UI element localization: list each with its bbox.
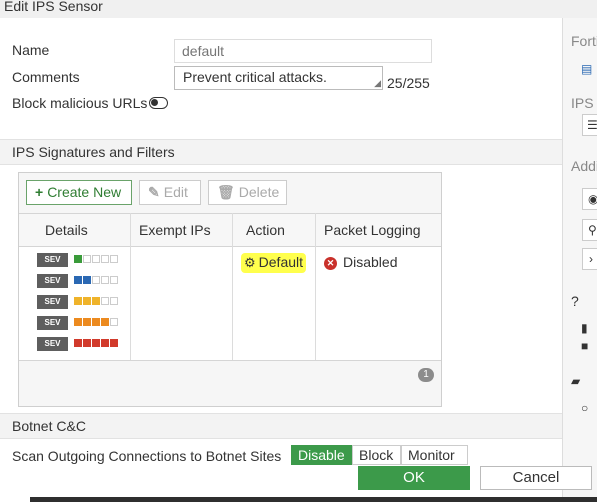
dialog-title: Edit IPS Sensor (4, 0, 103, 14)
table-footer: 1 (19, 360, 441, 406)
block-urls-toggle[interactable] (149, 97, 168, 109)
severity-segment (92, 276, 100, 284)
comments-counter: 25/255 (387, 75, 430, 91)
column-header-details[interactable]: Details (45, 222, 88, 238)
severity-badge: SEV (37, 337, 68, 351)
create-new-button[interactable]: + Create New (26, 180, 132, 205)
severity-segment (74, 276, 82, 284)
section-title-signatures: IPS Signatures and Filters (12, 144, 175, 160)
comments-label: Comments (12, 69, 80, 85)
dialog-titlebar: Edit IPS Sensor (0, 0, 597, 18)
severity-segment (83, 297, 91, 305)
book-icon[interactable]: ▮ (581, 321, 588, 335)
edit-button[interactable]: ✎ Edit (139, 180, 201, 205)
severity-segment (74, 318, 82, 326)
name-field[interactable] (174, 39, 432, 63)
column-header-action[interactable]: Action (246, 222, 285, 238)
severity-segment (74, 339, 82, 347)
link-button[interactable]: ⚲ (582, 219, 597, 241)
packet-logging-value: Disabled (343, 254, 398, 270)
severity-segment (83, 318, 91, 326)
name-label: Name (12, 42, 50, 58)
table-row[interactable]: SEV SEV SEV SEV SEV ⚙ Default ✕ Disabled (19, 247, 441, 360)
page-count-badge: 1 (418, 368, 434, 382)
ips-heading: IPS S (571, 95, 597, 111)
edit-form: Name Comments Prevent critical attacks. … (0, 18, 562, 502)
gear-icon: ⚙ (244, 255, 256, 270)
comments-textarea[interactable]: Prevent critical attacks. ◢ (174, 66, 383, 90)
signatures-table: Details Exempt IPs Action Packet Logging… (19, 213, 441, 360)
severity-segment (83, 339, 91, 347)
severity-segment (110, 318, 118, 326)
severity-segment (83, 255, 91, 263)
section-header-signatures: IPS Signatures and Filters (0, 139, 562, 165)
severity-segment (110, 297, 118, 305)
packet-logging-cell: ✕ Disabled (324, 254, 397, 270)
severity-segment (74, 255, 82, 263)
chat-icon[interactable]: ▰ (571, 374, 580, 388)
severity-segment (92, 339, 100, 347)
comments-text: Prevent critical attacks. (183, 69, 327, 85)
resize-grip-icon[interactable]: ◢ (374, 79, 381, 88)
severity-badge: SEV (37, 274, 68, 288)
severity-segment (83, 276, 91, 284)
column-header-exempt-ips[interactable]: Exempt IPs (139, 222, 211, 238)
chevron-right-icon: › (589, 252, 593, 266)
fortiview-heading: Forti (571, 33, 597, 49)
signatures-panel: + Create New ✎ Edit 🗑 Delete Details Exempt… (18, 172, 442, 407)
plus-icon: + (35, 184, 44, 200)
comment-icon[interactable]: ○ (581, 401, 588, 415)
expand-button[interactable]: › (582, 248, 597, 270)
list-icon: ☰ (587, 118, 597, 132)
cancel-button[interactable]: Cancel (480, 466, 592, 490)
severity-segment (74, 297, 82, 305)
botnet-option-monitor[interactable]: Monitor (401, 445, 468, 465)
additional-heading: Addi (571, 158, 597, 174)
botnet-scan-label: Scan Outgoing Connections to Botnet Site… (12, 448, 282, 464)
severity-segment (101, 339, 109, 347)
toggle-knob (151, 99, 158, 106)
ok-button[interactable]: OK (358, 466, 470, 490)
severity-segment (101, 297, 109, 305)
block-urls-label: Block malicious URLs (12, 95, 148, 111)
section-title-botnet: Botnet C&C (12, 418, 86, 434)
severity-segment (101, 276, 109, 284)
right-side-panel: Forti ▤ IPS S ☰ Addi ◉ ⚲ › ? ▮ ■ ▰ ○ (562, 18, 597, 502)
severity-badge: SEV (37, 295, 68, 309)
section-header-botnet: Botnet C&C (0, 413, 562, 439)
severity-segment (110, 276, 118, 284)
severity-badge: SEV (37, 253, 68, 267)
help-icon[interactable]: ? (571, 293, 579, 309)
botnet-option-block[interactable]: Block (352, 445, 401, 465)
botnet-option-disable[interactable]: Disable (291, 445, 352, 465)
fortiguard-icon[interactable]: ▤ (581, 62, 592, 76)
video-icon[interactable]: ■ (581, 339, 588, 353)
pencil-icon: ✎ (148, 184, 160, 200)
action-cell: ⚙ Default (241, 253, 307, 273)
severity-badge: SEV (37, 316, 68, 330)
severity-segment (110, 339, 118, 347)
severity-segment (92, 318, 100, 326)
bottom-strip (30, 497, 597, 502)
link-icon: ⚲ (588, 223, 597, 237)
list-view-button[interactable]: ☰ (582, 114, 597, 136)
delete-button[interactable]: 🗑 Delete (208, 180, 287, 205)
severity-segment (92, 297, 100, 305)
view-button[interactable]: ◉ (582, 188, 597, 210)
disabled-x-icon: ✕ (324, 257, 337, 270)
severity-segment (101, 318, 109, 326)
column-header-packet-logging[interactable]: Packet Logging (324, 222, 421, 238)
action-value: Default (258, 254, 304, 270)
severity-segment (110, 255, 118, 263)
trash-icon: 🗑 (217, 184, 235, 200)
table-header: Details Exempt IPs Action Packet Logging (19, 213, 441, 247)
eye-icon: ◉ (588, 192, 597, 206)
severity-segment (92, 255, 100, 263)
severity-segment (101, 255, 109, 263)
